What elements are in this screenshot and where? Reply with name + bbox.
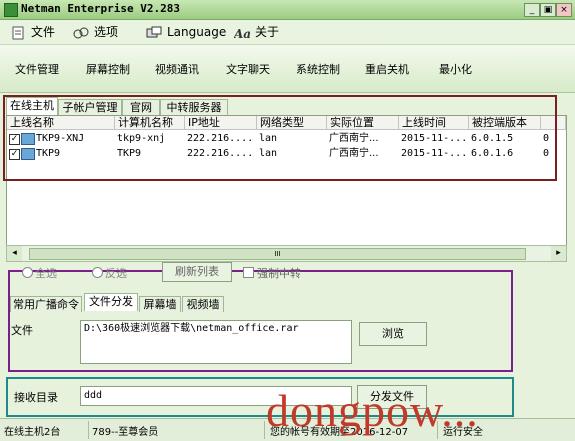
force-relay-label: 强制中转 — [257, 267, 301, 280]
file-label: 文件 — [11, 324, 33, 337]
status-divider — [88, 421, 89, 439]
status-online-count: 在线主机2台 — [4, 427, 61, 438]
receive-directory-label: 接收目录 — [14, 391, 58, 404]
app-window: Netman Enterprise V2.283 _ ▣ × 文件 选项 Lan… — [0, 0, 575, 441]
highlight-annotations — [3, 95, 557, 417]
highlight-box-host-list — [3, 95, 557, 181]
select-all-label: 全选 — [35, 267, 57, 280]
tab-video-wall[interactable]: 视频墙 — [182, 296, 224, 312]
status-member-level: 789--至尊会员 — [92, 427, 159, 438]
file-path-field[interactable]: D:\360极速浏览器下载\netman_office.rar — [80, 320, 352, 364]
scroll-left-icon[interactable]: ◂ — [7, 246, 22, 261]
tab-broadcast-commands[interactable]: 常用广播命令 — [10, 296, 82, 312]
refresh-list-button[interactable]: 刷新列表 — [162, 262, 232, 282]
scrollbar-grip-icon: III — [274, 250, 281, 258]
tab-screen-wall[interactable]: 屏幕墙 — [139, 296, 181, 312]
status-divider — [264, 421, 265, 439]
scrollbar-thumb[interactable]: III — [29, 248, 526, 260]
invert-selection-radio[interactable] — [92, 267, 103, 278]
tab-file-distribution[interactable]: 文件分发 — [84, 293, 138, 311]
scroll-right-icon[interactable]: ▸ — [551, 246, 566, 261]
invert-selection-label: 反选 — [105, 267, 127, 280]
host-list-scrollbar[interactable]: ◂ III ▸ — [6, 245, 567, 262]
force-relay-checkbox[interactable] — [243, 267, 254, 278]
watermark-logo: dongpow... — [266, 385, 479, 436]
browse-button[interactable]: 浏览 — [359, 322, 427, 346]
select-all-radio[interactable] — [22, 267, 33, 278]
